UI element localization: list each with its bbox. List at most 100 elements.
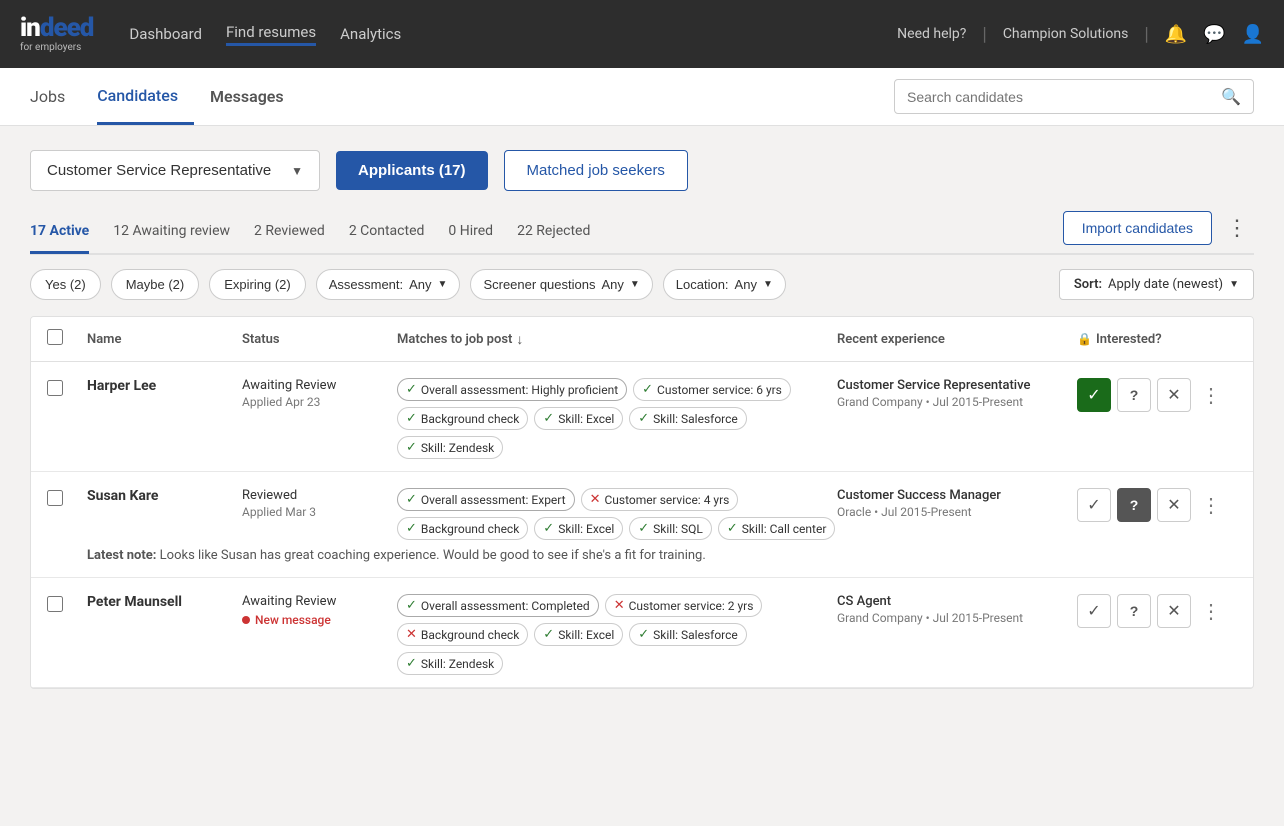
nav-link-find-resumes[interactable]: Find resumes: [226, 23, 316, 46]
interested-yes-button[interactable]: ✓: [1077, 378, 1111, 412]
interested-yes-button[interactable]: ✓: [1077, 594, 1111, 628]
sort-value: Apply date (newest): [1108, 277, 1223, 292]
match-tag: ✓ Skill: Excel: [534, 623, 623, 646]
cand-interested: ✓ ? ✕ ⋮: [1077, 488, 1237, 522]
search-area: 🔍: [894, 79, 1254, 114]
filter-chips-row: Yes (2) Maybe (2) Expiring (2) Assessmen…: [30, 269, 1254, 300]
cand-name-area: Peter Maunsell: [87, 594, 242, 610]
check-icon: ✓: [543, 411, 554, 426]
cand-recent-company: Grand Company • Jul 2015-Present: [837, 395, 1077, 409]
interested-maybe-button[interactable]: ?: [1117, 378, 1151, 412]
match-tag: ✓ Customer service: 6 yrs: [633, 378, 791, 401]
job-dropdown-label: Customer Service Representative: [47, 162, 271, 179]
notifications-button[interactable]: 🔔: [1165, 24, 1187, 45]
candidate-row: Peter Maunsell Awaiting Review New messa…: [31, 578, 1253, 688]
job-dropdown[interactable]: Customer Service Representative ▼: [30, 150, 320, 191]
sort-arrow-icon[interactable]: ↓: [516, 331, 523, 348]
cand-check: [47, 378, 87, 400]
screener-label: Screener questions: [483, 277, 595, 292]
search-icon[interactable]: 🔍: [1221, 87, 1241, 106]
status-tab-reviewed[interactable]: 2 Reviewed: [254, 213, 325, 251]
tab-matched-job-seekers[interactable]: Matched job seekers: [504, 150, 688, 191]
nav-link-analytics[interactable]: Analytics: [340, 25, 401, 43]
candidate-1-more-button[interactable]: ⋮: [1197, 383, 1225, 408]
assessment-filter[interactable]: Assessment: Any ▼: [316, 269, 461, 300]
check-icon: ✓: [406, 598, 417, 613]
company-label[interactable]: Champion Solutions: [1003, 26, 1129, 42]
new-message-badge: New message: [242, 613, 397, 627]
candidate-main: Peter Maunsell Awaiting Review New messa…: [31, 578, 1253, 687]
sub-nav-links: Jobs Candidates Messages: [30, 68, 300, 125]
candidate-1-checkbox[interactable]: [47, 380, 63, 396]
tab-jobs[interactable]: Jobs: [30, 68, 81, 125]
interested-no-button[interactable]: ✕: [1157, 488, 1191, 522]
screener-filter[interactable]: Screener questions Any ▼: [470, 269, 652, 300]
cand-status: Awaiting Review New message: [242, 594, 397, 627]
check-icon: ✓: [406, 382, 417, 397]
check-icon: ✓: [406, 440, 417, 455]
screener-value: Any: [601, 277, 623, 292]
chevron-down-icon: ▼: [763, 279, 773, 290]
filter-chip-yes[interactable]: Yes (2): [30, 269, 101, 300]
match-tag: ✓ Overall assessment: Highly proficient: [397, 378, 627, 401]
interested-maybe-button[interactable]: ?: [1117, 594, 1151, 628]
status-tab-awaiting[interactable]: 12 Awaiting review: [113, 213, 230, 251]
new-message-dot: [242, 616, 250, 624]
match-tag: ✕ Customer service: 2 yrs: [605, 594, 763, 617]
more-options-button[interactable]: ⋮: [1220, 213, 1254, 243]
interested-maybe-button[interactable]: ?: [1117, 488, 1151, 522]
logo-text: indeed: [20, 15, 93, 41]
chevron-down-icon: ▼: [1229, 279, 1239, 290]
nav-divider2: |: [1144, 24, 1148, 45]
user-profile-button[interactable]: 👤: [1242, 24, 1264, 45]
status-tab-hired[interactable]: 0 Hired: [448, 213, 493, 251]
candidate-3-checkbox[interactable]: [47, 596, 63, 612]
main-content: Customer Service Representative ▼ Applic…: [0, 126, 1284, 826]
match-tag: ✕ Customer service: 4 yrs: [581, 488, 739, 511]
cand-name: Peter Maunsell: [87, 594, 242, 610]
cand-check: [47, 488, 87, 510]
interested-yes-button[interactable]: ✓: [1077, 488, 1111, 522]
check-icon: ✓: [406, 521, 417, 536]
messages-button[interactable]: 💬: [1203, 24, 1225, 45]
cand-recent: CS Agent Grand Company • Jul 2015-Presen…: [837, 594, 1077, 625]
candidate-main: Harper Lee Awaiting Review Applied Apr 2…: [31, 362, 1253, 471]
filter-chip-maybe[interactable]: Maybe (2): [111, 269, 200, 300]
tab-messages[interactable]: Messages: [210, 68, 300, 125]
status-tab-rejected[interactable]: 22 Rejected: [517, 213, 590, 251]
candidates-table: Name Status Matches to job post ↓ Recent…: [30, 316, 1254, 689]
col-check-header: [47, 329, 87, 349]
top-nav: indeed for employers Dashboard Find resu…: [0, 0, 1284, 68]
location-filter[interactable]: Location: Any ▼: [663, 269, 786, 300]
match-tag: ✓ Overall assessment: Completed: [397, 594, 599, 617]
interested-no-button[interactable]: ✕: [1157, 378, 1191, 412]
match-tag: ✓ Skill: Zendesk: [397, 652, 503, 675]
check-icon: ✓: [638, 521, 649, 536]
cand-recent: Customer Service Representative Grand Co…: [837, 378, 1077, 409]
import-candidates-button[interactable]: Import candidates: [1063, 211, 1212, 245]
filter-chip-expiring[interactable]: Expiring (2): [209, 269, 305, 300]
cand-status-label: Awaiting Review: [242, 378, 397, 393]
candidate-2-checkbox[interactable]: [47, 490, 63, 506]
help-link[interactable]: Need help?: [897, 26, 966, 42]
candidate-3-more-button[interactable]: ⋮: [1197, 599, 1225, 624]
col-status-header: Status: [242, 332, 397, 347]
nav-divider: |: [982, 24, 986, 45]
status-tab-contacted[interactable]: 2 Contacted: [349, 213, 425, 251]
check-icon: ✓: [727, 521, 738, 536]
chevron-down-icon: ▼: [630, 279, 640, 290]
candidate-2-more-button[interactable]: ⋮: [1197, 493, 1225, 518]
cross-icon: ✕: [590, 492, 601, 507]
sort-label: Sort:: [1074, 277, 1102, 292]
match-tag: ✓ Skill: Excel: [534, 407, 623, 430]
match-tag: ✓ Background check: [397, 407, 528, 430]
tab-candidates[interactable]: Candidates: [97, 68, 194, 125]
search-input[interactable]: [907, 89, 1221, 105]
status-tab-active[interactable]: 17 Active: [30, 213, 89, 254]
tab-applicants[interactable]: Applicants (17): [336, 151, 488, 190]
nav-link-dashboard[interactable]: Dashboard: [129, 25, 202, 43]
note-label: Latest note:: [87, 548, 156, 563]
select-all-checkbox[interactable]: [47, 329, 63, 345]
sort-dropdown[interactable]: Sort: Apply date (newest) ▼: [1059, 269, 1254, 300]
interested-no-button[interactable]: ✕: [1157, 594, 1191, 628]
